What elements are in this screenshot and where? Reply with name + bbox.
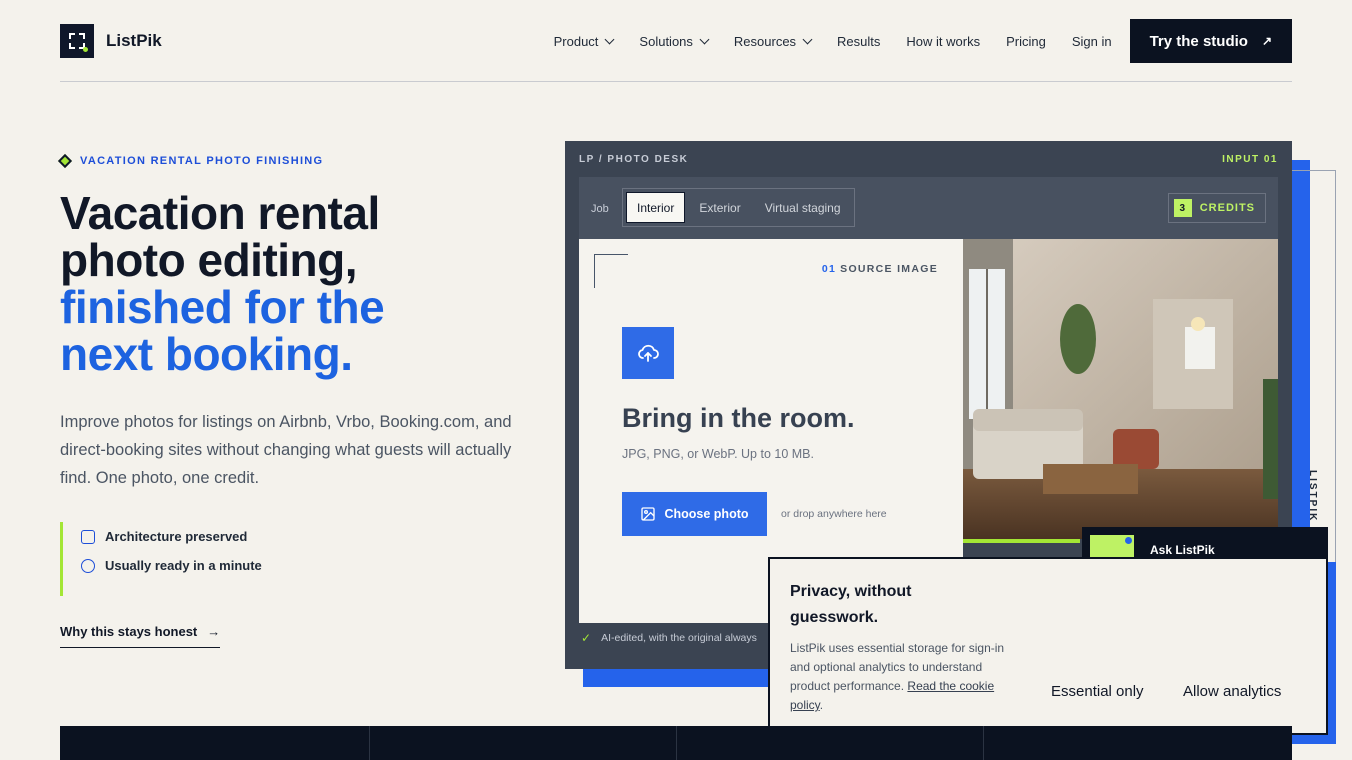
drop-hint: or drop anywhere here <box>781 508 887 520</box>
vertical-label: LISTPIK / <box>1307 470 1318 532</box>
feature-list: Architecture preserved Usually ready in … <box>60 522 262 596</box>
feature-label: Architecture preserved <box>105 529 248 544</box>
ask-listpik-label: Ask ListPik <box>1150 543 1215 557</box>
tab-virtual-staging[interactable]: Virtual staging <box>755 192 851 223</box>
cookie-banner: Privacy, without guesswork. ListPik uses… <box>768 557 1328 735</box>
diamond-icon <box>57 153 73 169</box>
nav-resources-label: Resources <box>733 33 797 49</box>
credits-count: 3 <box>1173 199 1192 217</box>
try-studio-label: Try the studio <box>1149 32 1248 50</box>
allow-analytics-button[interactable]: Allow analytics <box>1183 683 1281 700</box>
feature-item: Architecture preserved <box>81 522 262 551</box>
ai-note-text: AI-edited, with the original always <box>601 632 757 644</box>
source-num: 01 <box>821 263 837 275</box>
nav-product[interactable]: Product <box>553 19 615 63</box>
nav-resources[interactable]: Resources <box>733 19 813 63</box>
stats-strip <box>60 726 1292 760</box>
tab-exterior[interactable]: Exterior <box>689 192 750 223</box>
nav-solutions-label: Solutions <box>639 33 693 49</box>
source-label: SOURCE IMAGE <box>840 263 938 275</box>
panel-header: LP / PHOTO DESK INPUT 01 <box>579 154 1278 165</box>
divider <box>676 726 677 760</box>
feature-item: Usually ready in a minute <box>81 551 262 580</box>
main-nav: Product Solutions Resources Results How … <box>554 19 1292 63</box>
nav-solutions[interactable]: Solutions <box>639 19 710 63</box>
cookie-title: Privacy, without guesswork. <box>790 583 912 626</box>
shield-check-icon <box>81 529 95 544</box>
chevron-down-icon <box>802 34 813 44</box>
nav-how-it-works[interactable]: How it works <box>906 19 980 63</box>
nav-product-label: Product <box>553 33 599 49</box>
ai-edited-note: ✓ AI-edited, with the original always <box>581 631 757 645</box>
divider <box>983 726 984 760</box>
essential-only-button[interactable]: Essential only <box>1051 683 1144 700</box>
chevron-down-icon <box>699 34 710 44</box>
input-label: INPUT 01 <box>1222 154 1278 165</box>
why-honest-link[interactable]: Why this stays honest → <box>60 624 221 648</box>
job-toolbar: Job Interior Exterior Virtual staging 3 … <box>579 177 1278 239</box>
nav-results[interactable]: Results <box>837 19 880 63</box>
logo-icon <box>60 24 94 58</box>
stopwatch-icon <box>81 558 95 573</box>
panel-label: LP / PHOTO DESK <box>579 154 689 165</box>
cookie-text: ListPik uses essential storage for sign-… <box>790 641 1005 712</box>
room-preview-image <box>963 239 1278 539</box>
feature-label: Usually ready in a minute <box>105 558 262 573</box>
site-header: ListPik Product Solutions Resources Resu… <box>60 0 1292 82</box>
source-image-label: 01 SOURCE IMAGE <box>822 263 938 275</box>
progress-bar <box>963 539 1080 543</box>
upload-subtitle: JPG, PNG, or WebP. Up to 10 MB. <box>622 447 814 461</box>
job-tabs: Interior Exterior Virtual staging <box>622 188 855 227</box>
corner-mark <box>594 254 628 288</box>
try-studio-button[interactable]: Try the studio ↗ <box>1129 19 1292 63</box>
eyebrow-text: VACATION RENTAL PHOTO FINISHING <box>80 155 324 167</box>
nav-sign-in[interactable]: Sign in <box>1072 19 1112 63</box>
arrow-right-icon: → <box>207 624 221 639</box>
hero-title-line-3: finished for the <box>60 281 385 333</box>
upload-title: Bring in the room. <box>622 403 855 433</box>
choose-photo-button[interactable]: Choose photo <box>622 492 767 536</box>
image-plus-icon <box>641 507 656 521</box>
arrow-up-right-icon: ↗ <box>1261 34 1272 48</box>
hero-title: Vacation rental photo editing, finished … <box>60 190 530 378</box>
choose-photo-label: Choose photo <box>664 507 749 521</box>
why-honest-label: Why this stays honest <box>60 624 198 639</box>
tab-interior[interactable]: Interior <box>626 192 686 223</box>
credits-label: CREDITS <box>1199 202 1255 214</box>
hero-title-line-4: next booking. <box>60 328 353 380</box>
check-icon: ✓ <box>581 631 592 645</box>
hero-title-line-1: Vacation rental <box>60 187 380 239</box>
nav-pricing[interactable]: Pricing <box>1006 19 1046 63</box>
brand-name: ListPik <box>106 31 162 50</box>
divider <box>369 726 370 760</box>
hero-eyebrow: VACATION RENTAL PHOTO FINISHING <box>57 153 324 169</box>
job-label: Job <box>591 203 609 215</box>
hero-lead: Improve photos for listings on Airbnb, V… <box>60 413 512 487</box>
credits-badge: 3 CREDITS <box>1167 193 1266 223</box>
cloud-upload-icon <box>622 327 674 379</box>
logo[interactable]: ListPik <box>60 24 162 58</box>
hero-title-line-2: photo editing, <box>60 234 358 286</box>
chevron-down-icon <box>604 34 615 44</box>
